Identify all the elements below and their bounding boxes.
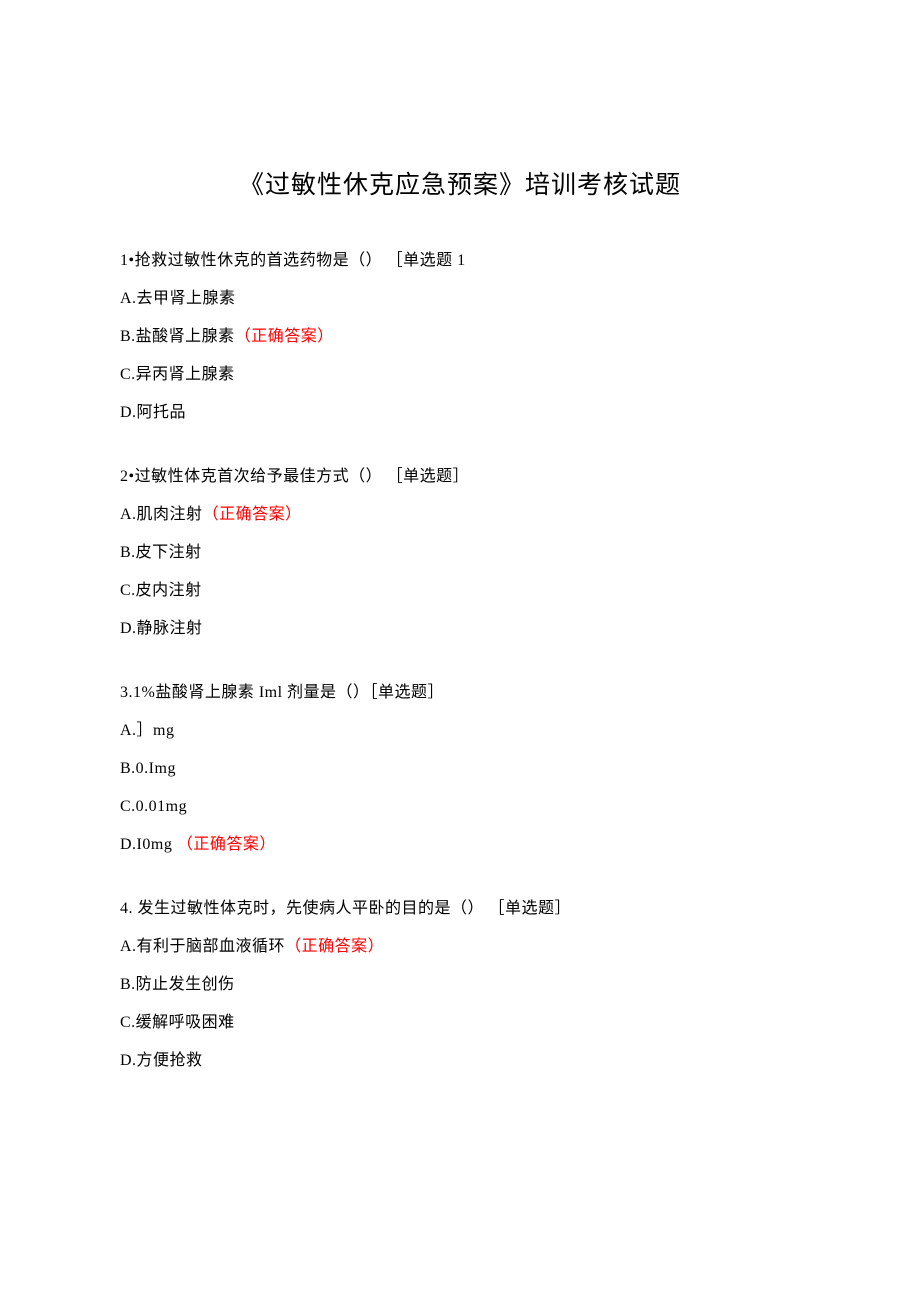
option-b: B.皮下注射 [120,541,800,565]
option-a-text: A.有利于脑部血液循环 [120,938,285,955]
question-stem: 1•抢救过敏性休克的首选药物是（） ［单选题 1 [120,249,800,273]
document-page: 《过敏性休克应急预案》培训考核试题 1•抢救过敏性休克的首选药物是（） ［单选题… [0,0,920,1213]
option-d: D.阿托品 [120,401,800,425]
option-b: B.盐酸肾上腺素（正确答案） [120,325,800,349]
question-block-4: 4. 发生过敏性体克时，先使病人平卧的目的是（） ［单选题］ A.有利于脑部血液… [120,897,800,1073]
option-d-text: D.I0mg [120,836,177,853]
option-c: C.0.01mg [120,795,800,819]
question-stem: 3.1%盐酸肾上腺素 Iml 剂量是（）［单选题］ [120,681,800,705]
option-a-text: A.肌肉注射 [120,506,203,523]
option-a: A.去甲肾上腺素 [120,287,800,311]
question-stem: 2•过敏性体克首次给予最佳方式（） ［单选题］ [120,465,800,489]
option-d: D.静脉注射 [120,617,800,641]
option-d: D.I0mg （正确答案） [120,833,800,857]
correct-answer-label: （正确答案） [203,506,302,523]
question-stem: 4. 发生过敏性体克时，先使病人平卧的目的是（） ［单选题］ [120,897,800,921]
correct-answer-label: （正确答案） [177,836,276,853]
option-a: A.肌肉注射（正确答案） [120,503,800,527]
option-a: A.有利于脑部血液循环（正确答案） [120,935,800,959]
option-c: C.异丙肾上腺素 [120,363,800,387]
correct-answer-label: （正确答案） [235,328,334,345]
document-title: 《过敏性休克应急预案》培训考核试题 [120,165,800,201]
option-a: A.］mg [120,719,800,743]
option-d: D.方便抢救 [120,1049,800,1073]
question-block-2: 2•过敏性体克首次给予最佳方式（） ［单选题］ A.肌肉注射（正确答案） B.皮… [120,465,800,641]
question-block-1: 1•抢救过敏性休克的首选药物是（） ［单选题 1 A.去甲肾上腺素 B.盐酸肾上… [120,249,800,425]
option-b: B.0.Img [120,757,800,781]
correct-answer-label: （正确答案） [285,938,384,955]
question-block-3: 3.1%盐酸肾上腺素 Iml 剂量是（）［单选题］ A.］mg B.0.Img … [120,681,800,857]
option-c: C.皮内注射 [120,579,800,603]
option-c: C.缓解呼吸困难 [120,1011,800,1035]
option-b: B.防止发生创伤 [120,973,800,997]
option-b-text: B.盐酸肾上腺素 [120,328,235,345]
